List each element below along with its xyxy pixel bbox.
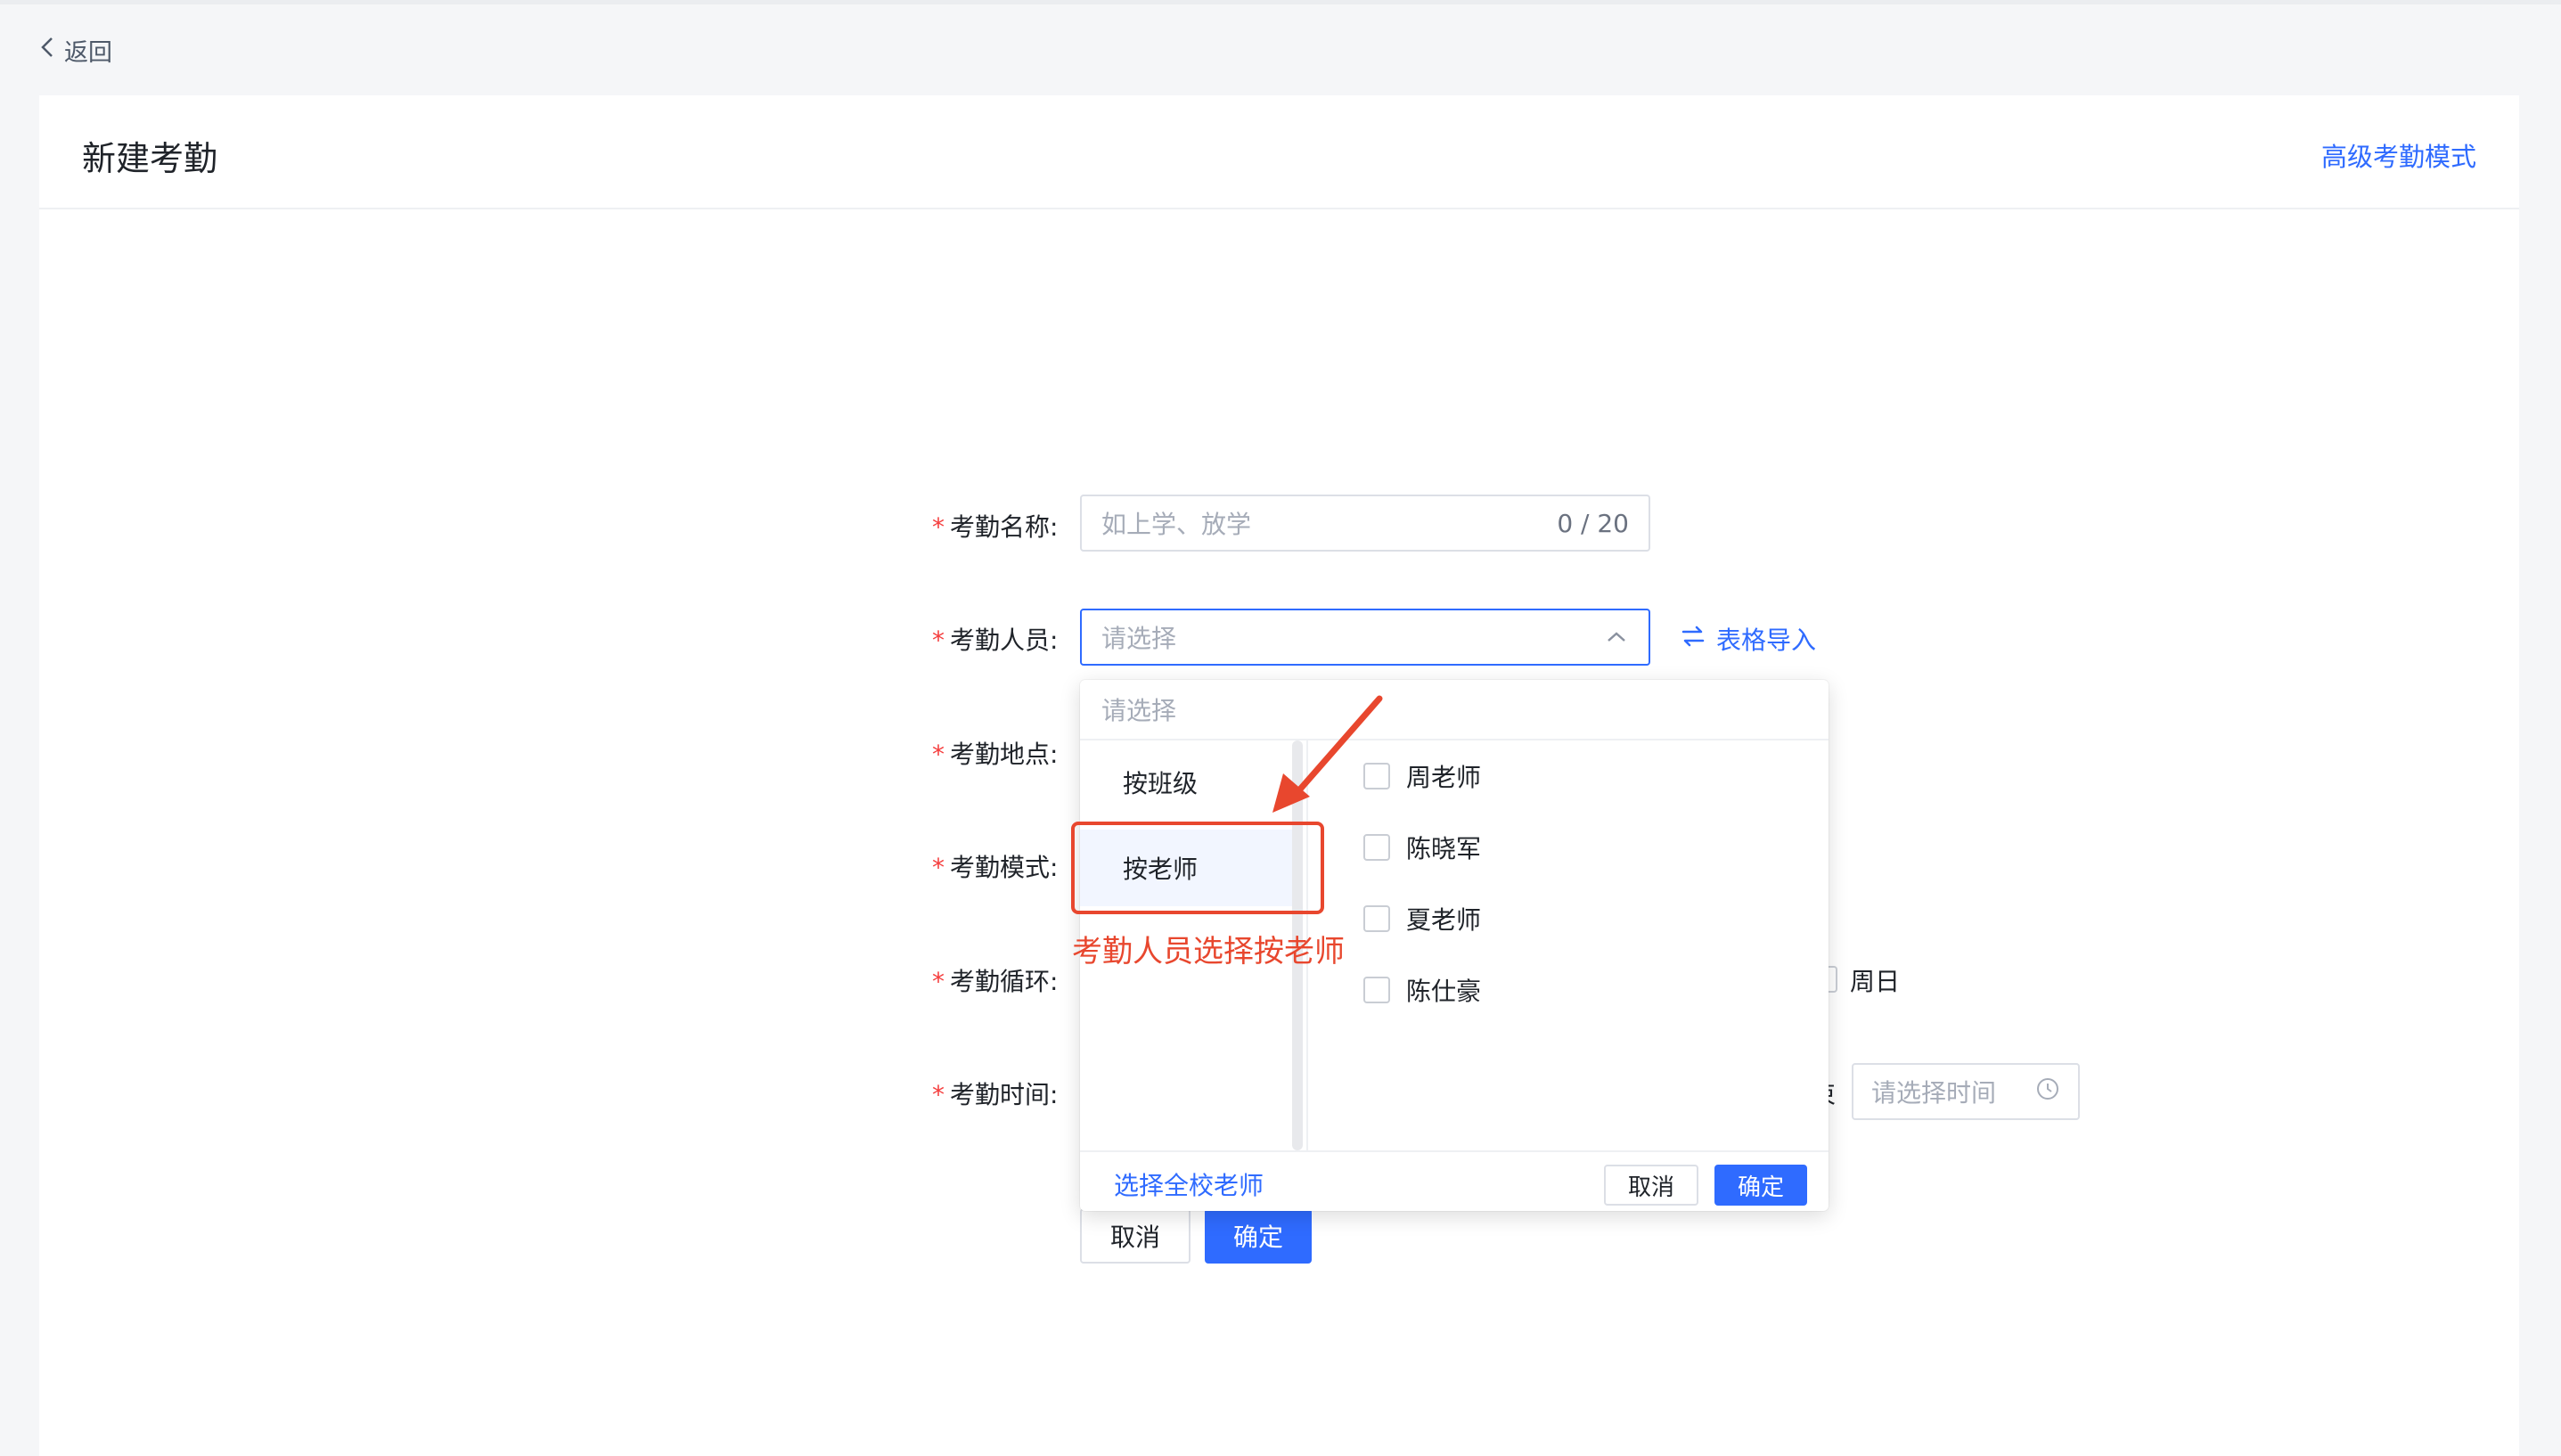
back-button[interactable]: 返回: [39, 32, 112, 68]
personnel-label: * 考勤人员:: [932, 626, 1059, 655]
clock-icon: [2035, 1076, 2060, 1108]
cancel-button[interactable]: 取消: [1080, 1208, 1190, 1264]
annotation-text: 考勤人员选择按老师: [1072, 934, 1345, 969]
select-all-teachers-link[interactable]: 选择全校老师: [1114, 1166, 1264, 1202]
required-mark: *: [932, 626, 945, 655]
dropdown-cancel-button[interactable]: 取消: [1604, 1165, 1698, 1206]
sunday-label: 周日: [1850, 967, 1901, 996]
dropdown-search-input[interactable]: 请选择: [1080, 680, 1829, 740]
advanced-mode-link[interactable]: 高级考勤模式: [2321, 136, 2476, 174]
teacher-checkbox[interactable]: [1363, 834, 1390, 861]
required-mark: *: [932, 967, 945, 996]
table-import-link[interactable]: 表格导入: [1681, 621, 1816, 657]
teacher-item[interactable]: 陈晓军: [1363, 830, 1481, 865]
required-mark: *: [932, 740, 945, 769]
location-label: * 考勤地点:: [932, 740, 1059, 769]
dropdown-footer: 选择全校老师 取消 确定: [1080, 1150, 1829, 1211]
teacher-item[interactable]: 夏老师: [1363, 901, 1481, 937]
personnel-select[interactable]: 请选择: [1080, 609, 1650, 666]
card-header: 新建考勤 高级考勤模式: [39, 95, 2519, 209]
annotation-arrow-icon: [1272, 695, 1383, 813]
time-label: * 考勤时间:: [932, 1080, 1059, 1109]
confirm-button[interactable]: 确定: [1205, 1208, 1312, 1264]
required-mark: *: [932, 1080, 945, 1109]
back-label: 返回: [64, 38, 112, 67]
mode-label: * 考勤模式:: [932, 853, 1059, 882]
chevron-left-icon: [39, 36, 55, 65]
chevron-up-icon: [1604, 625, 1629, 650]
name-label: * 考勤名称:: [932, 512, 1059, 542]
required-mark: *: [932, 512, 945, 542]
swap-icon: [1681, 624, 1706, 655]
name-input[interactable]: 如上学、放学 0 / 20: [1080, 495, 1650, 552]
required-mark: *: [932, 853, 945, 882]
teacher-item[interactable]: 陈仕豪: [1363, 972, 1481, 1008]
teacher-checkbox[interactable]: [1363, 905, 1390, 932]
dropdown-confirm-button[interactable]: 确定: [1714, 1165, 1807, 1206]
teacher-checkbox[interactable]: [1363, 977, 1390, 1003]
top-border: [0, 0, 2561, 4]
annotation-highlight-box: [1071, 822, 1324, 914]
end-time-input[interactable]: 请选择时间: [1852, 1063, 2080, 1120]
name-counter: 0 / 20: [1557, 508, 1629, 538]
cycle-label: * 考勤循环:: [932, 967, 1059, 996]
page-title: 新建考勤: [82, 139, 218, 178]
